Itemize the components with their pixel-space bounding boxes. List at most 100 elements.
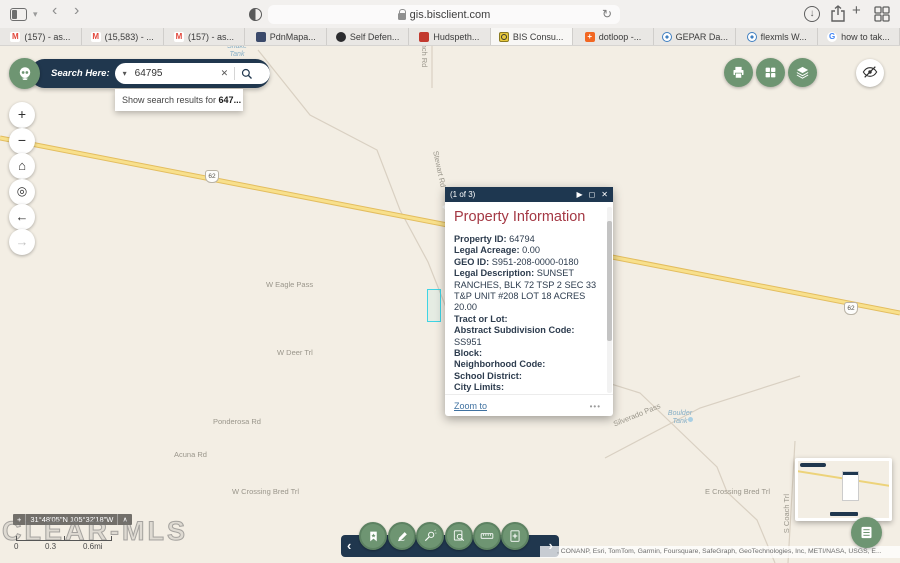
gmail-icon: M <box>91 32 101 42</box>
lock-icon <box>398 13 406 20</box>
water-label-snake-tank: Snake Tank <box>222 46 252 59</box>
search-icon[interactable] <box>241 68 253 80</box>
app-logo <box>9 58 40 89</box>
select-tool-button[interactable] <box>416 522 444 550</box>
flexmls-icon <box>747 32 757 42</box>
zoom-out-button[interactable]: − <box>9 128 35 154</box>
popup-header[interactable]: (1 of 3) ▶ ◻ ✕ <box>445 187 613 202</box>
tab-self-defense[interactable]: Self Defen... <box>327 28 409 45</box>
popup-close-icon[interactable]: ✕ <box>601 190 608 199</box>
field-neighborhood-code: Neighborhood Code: <box>454 359 600 370</box>
tab-bar: M(157) - as... M(15,583) - ... M(157) - … <box>0 28 900 46</box>
hudspeth-icon <box>419 32 429 42</box>
water-label-boulder-tank: Boulder Tank <box>663 410 697 426</box>
legend-button[interactable] <box>851 517 882 548</box>
tab-google-search[interactable]: Ghow to tak... <box>818 28 900 45</box>
tab-bis-consulting[interactable]: BIS Consu... <box>491 28 573 45</box>
highway-shield-62: 62 <box>844 302 858 315</box>
tab-pdnmapa[interactable]: PdnMapa... <box>245 28 327 45</box>
share-icon[interactable] <box>830 5 846 23</box>
basemap-gallery-button[interactable] <box>756 58 785 87</box>
road-label-ranch-rd: Ranch Rd <box>420 46 429 67</box>
road-label-ponderosa-rd: Ponderosa Rd <box>213 417 261 426</box>
input-divider <box>234 67 235 80</box>
popup-body: Property Information Property ID: 64794 … <box>445 202 613 394</box>
field-block: Block: <box>454 348 600 359</box>
add-data-tool-button[interactable] <box>501 522 529 550</box>
add-page-icon <box>508 529 522 543</box>
property-info-popup: (1 of 3) ▶ ◻ ✕ Property Information Prop… <box>445 187 613 416</box>
address-bar[interactable]: gis.bisclient.com ↻ <box>268 5 620 24</box>
tab-gmail-3[interactable]: M(157) - as... <box>164 28 246 45</box>
chevron-down-icon[interactable]: ▾ <box>33 7 38 21</box>
measure-tool-button[interactable] <box>473 522 501 550</box>
road-label-e-crossing-bred-trl: E Crossing Bred Trl <box>705 487 770 496</box>
scale-tick-1: 0.3 <box>45 542 56 551</box>
search-input[interactable] <box>135 68 221 79</box>
zoom-to-link[interactable]: Zoom to <box>454 401 487 411</box>
ruler-icon <box>480 529 494 543</box>
field-legal-acreage: Legal Acreage: 0.00 <box>454 245 600 256</box>
layers-icon <box>795 65 810 80</box>
bookmarks-tool-button[interactable] <box>359 522 387 550</box>
sidebar-icon[interactable] <box>10 8 27 21</box>
search-suggestion[interactable]: Show search results for 647... <box>115 89 243 111</box>
overview-map-thumbnail <box>798 461 889 518</box>
popup-maximize-icon[interactable]: ◻ <box>589 190 596 199</box>
toolbar-prev-icon[interactable]: ‹ <box>347 538 351 553</box>
overview-map[interactable] <box>795 458 892 521</box>
draw-tool-button[interactable] <box>388 522 416 550</box>
map-canvas[interactable]: Snake Tank Ranch Rd Stewart Rd W Eagle P… <box>0 46 900 563</box>
tab-gmail-1[interactable]: M(157) - as... <box>0 28 82 45</box>
scale-bar <box>16 536 112 541</box>
downloads-button[interactable]: ↓ <box>804 6 820 22</box>
popup-title: Property Information <box>454 209 604 225</box>
popup-next-feature-icon[interactable]: ▶ <box>577 190 583 199</box>
scale-tick-2: 0.6mi <box>83 542 103 551</box>
field-school-district: School District: <box>454 371 600 382</box>
reload-icon[interactable]: ↻ <box>602 7 612 21</box>
tab-dotloop[interactable]: +dotloop -... <box>573 28 655 45</box>
query-tool-button[interactable] <box>445 522 473 550</box>
privacy-shield-icon[interactable] <box>249 8 262 21</box>
layers-button[interactable] <box>788 58 817 87</box>
selected-parcel-highlight[interactable] <box>427 289 441 322</box>
search-type-caret-icon[interactable]: ▾ <box>123 69 127 78</box>
home-extent-button[interactable]: ⌂ <box>9 153 35 179</box>
hide-ui-button[interactable] <box>856 59 884 87</box>
tab-hudspeth[interactable]: Hudspeth... <box>409 28 491 45</box>
scale-tick-0: 0 <box>14 542 18 551</box>
bis-icon <box>499 32 509 42</box>
browser-forward-button[interactable]: › <box>74 4 79 18</box>
field-city-limits: City Limits: <box>454 382 600 393</box>
previous-extent-button[interactable]: ← <box>9 204 35 230</box>
tab-flexmls[interactable]: flexmls W... <box>736 28 818 45</box>
self-defense-icon <box>336 32 346 42</box>
popup-more-actions-icon[interactable]: ••• <box>590 402 601 411</box>
skull-logo-icon <box>16 65 34 83</box>
popup-scrollbar[interactable] <box>607 207 612 393</box>
popup-scrollbar-thumb[interactable] <box>607 221 612 341</box>
tab-gmail-2[interactable]: M(15,583) - ... <box>82 28 164 45</box>
map-attribution: , CONANP, Esri, TomTom, Garmin, Foursqua… <box>540 546 900 558</box>
grid-icon <box>764 66 777 79</box>
road-label-w-deer-trl: W Deer Trl <box>277 348 313 357</box>
print-button[interactable] <box>724 58 753 87</box>
field-legal-description: Legal Description: SUNSET RANCHES, BLK 7… <box>454 268 600 314</box>
road-label-s-coach-trl: S Coach Trl <box>782 494 791 533</box>
zoom-in-button[interactable]: + <box>9 102 35 128</box>
tab-gepar[interactable]: GEPAR Da... <box>654 28 736 45</box>
new-tab-button[interactable]: + <box>852 4 861 18</box>
flashlight-select-icon <box>423 529 437 543</box>
dotloop-icon: + <box>585 32 595 42</box>
field-property-id: Property ID: 64794 <box>454 234 600 245</box>
tab-overview-icon[interactable] <box>874 6 890 22</box>
road-label-acuna-rd: Acuna Rd <box>174 450 207 459</box>
road-label-w-eagle-pass: W Eagle Pass <box>266 280 313 289</box>
locate-me-button[interactable]: ◎ <box>9 179 35 205</box>
next-extent-button[interactable]: → <box>9 229 35 255</box>
pdnmapa-icon <box>256 32 266 42</box>
url-text: gis.bisclient.com <box>410 9 491 21</box>
browser-back-button[interactable]: ‹ <box>52 4 57 18</box>
clear-search-icon[interactable]: ✕ <box>221 68 229 79</box>
